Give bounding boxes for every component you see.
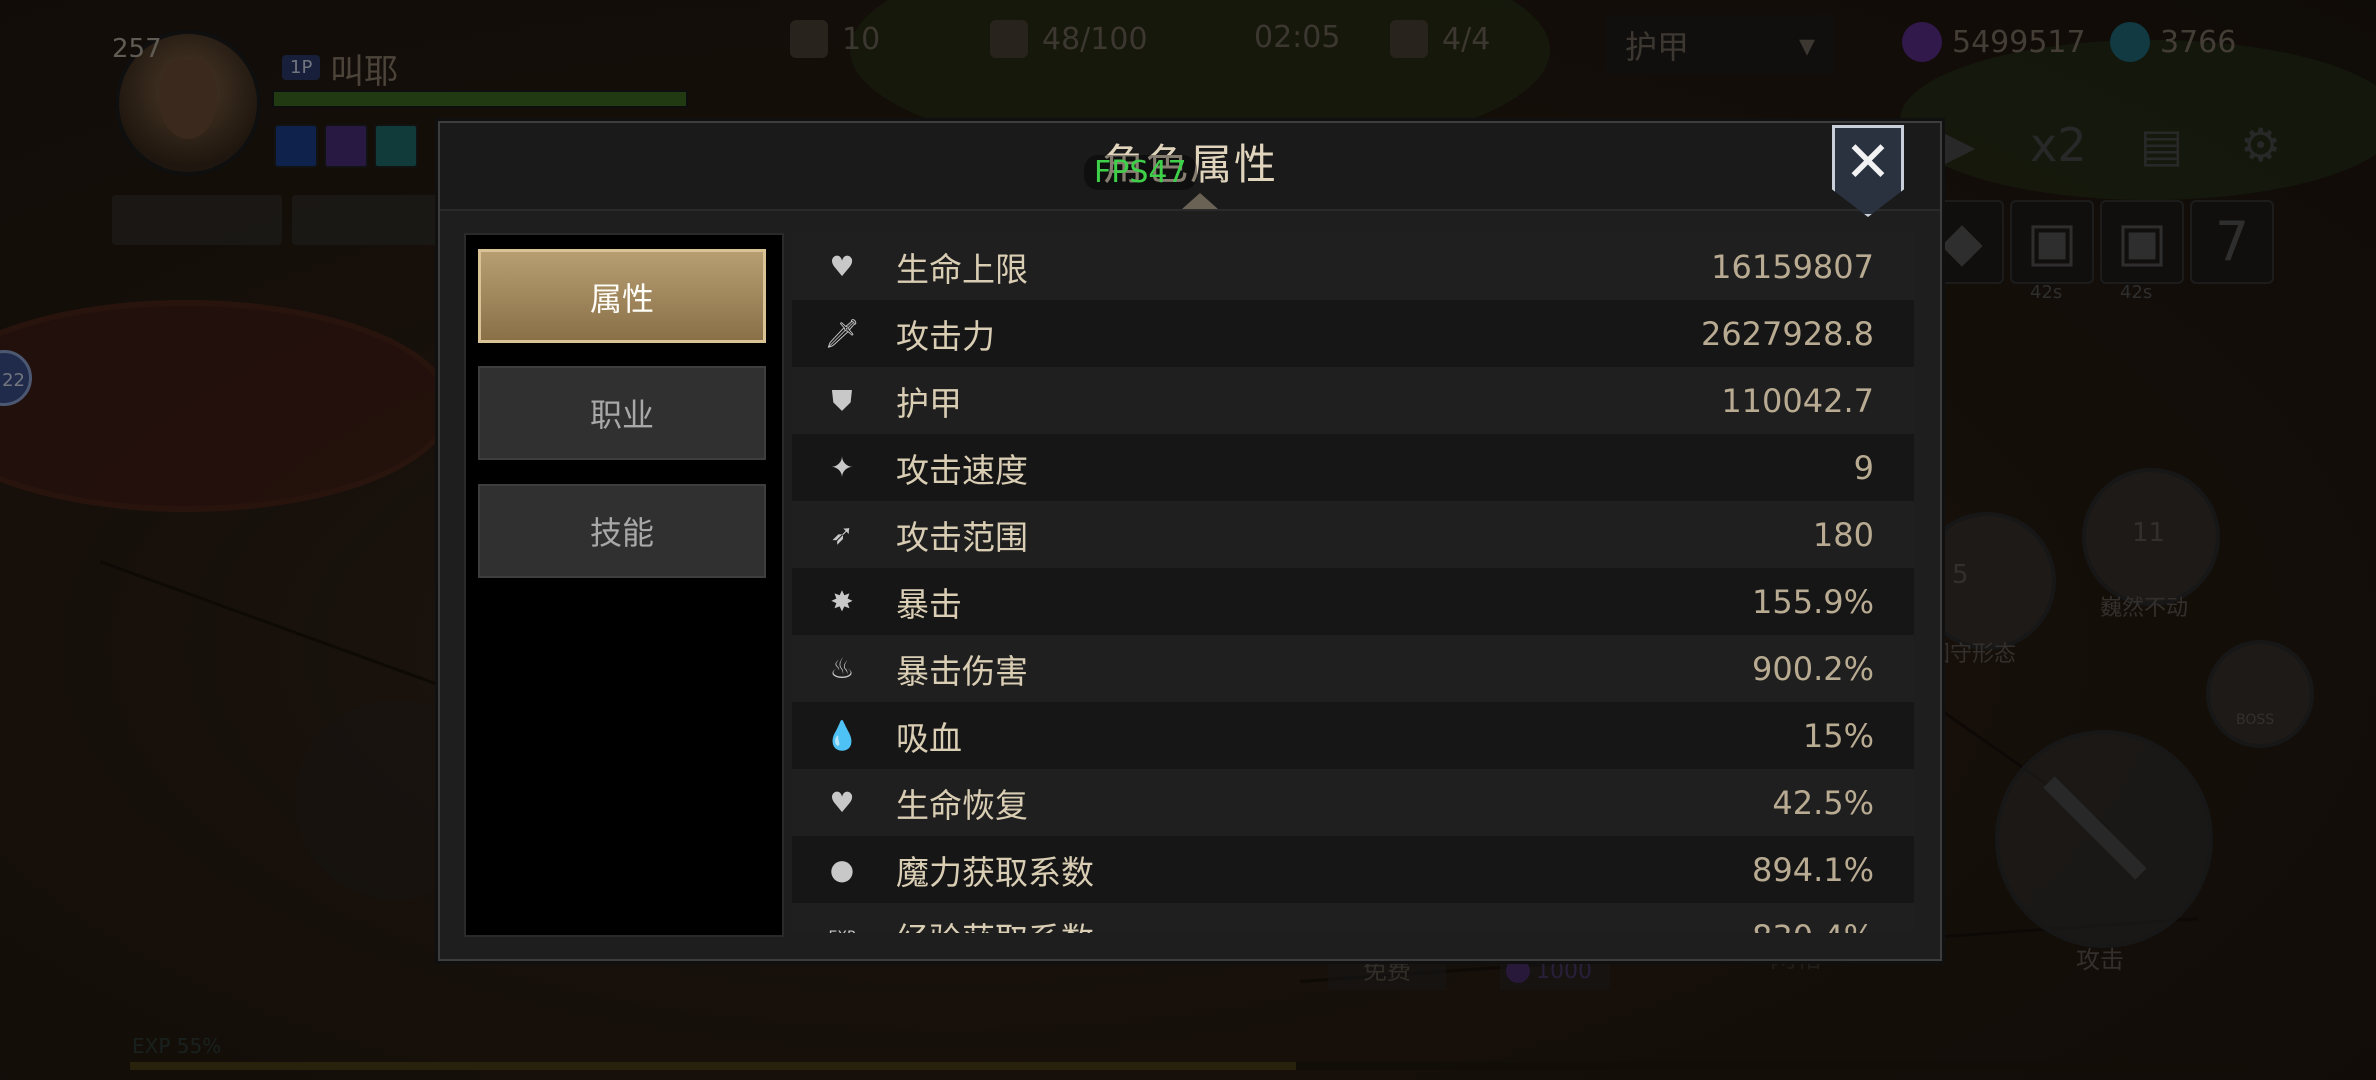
flame-icon: ♨ bbox=[829, 652, 855, 685]
stat-label: 经验获取系数 bbox=[896, 913, 1752, 934]
stat-row: 💧 吸血 15% bbox=[792, 702, 1914, 769]
stat-row: ⛊ 护甲 110042.7 bbox=[792, 367, 1914, 434]
stat-label: 吸血 bbox=[896, 718, 962, 758]
stat-value: 16159807 bbox=[1711, 247, 1874, 286]
tab-class[interactable]: 职业 bbox=[478, 366, 766, 460]
stat-label: 攻击速度 bbox=[896, 450, 1028, 490]
stat-value: 110042.7 bbox=[1721, 381, 1874, 420]
stat-row: ● 魔力获取系数 894.1% bbox=[792, 836, 1914, 903]
shield-icon: ⛊ bbox=[831, 383, 853, 417]
stat-value: 15% bbox=[1802, 716, 1874, 755]
stat-row: 🗡 攻击力 2627928.8 bbox=[792, 300, 1914, 367]
stat-row: ♨ 暴击伤害 900.2% bbox=[792, 635, 1914, 702]
stat-label: 攻击力 bbox=[896, 316, 995, 356]
heart-icon: ♥ bbox=[829, 250, 855, 283]
exp-icon: EXP bbox=[822, 917, 862, 934]
stat-label: 魔力获取系数 bbox=[896, 852, 1094, 892]
stat-value: 830.4% bbox=[1752, 918, 1874, 934]
stat-row: ✦ 攻击速度 9 bbox=[792, 434, 1914, 501]
stat-value: 42.5% bbox=[1772, 783, 1874, 822]
stat-row: ♥ 生命上限 16159807 bbox=[792, 233, 1914, 300]
stat-value: 2627928.8 bbox=[1700, 314, 1874, 353]
stat-label: 护甲 bbox=[896, 383, 962, 423]
stat-label: 生命上限 bbox=[896, 249, 1028, 289]
stat-row: ♥ 生命恢复 42.5% bbox=[792, 769, 1914, 836]
stat-label: 暴击伤害 bbox=[896, 651, 1028, 691]
stat-row: ✸ 暴击 155.9% bbox=[792, 568, 1914, 635]
title-ornament-icon bbox=[1182, 193, 1218, 209]
stat-row: ➶ 攻击范围 180 bbox=[792, 501, 1914, 568]
drop-icon: 💧 bbox=[824, 719, 860, 752]
stat-label: 攻击范围 bbox=[896, 517, 1028, 557]
close-icon: ✕ bbox=[1844, 130, 1892, 195]
tab-attributes[interactable]: 属性 bbox=[478, 249, 766, 343]
bomb-icon: ● bbox=[829, 853, 855, 886]
tab-skills[interactable]: 技能 bbox=[478, 484, 766, 578]
stat-value: 9 bbox=[1853, 448, 1874, 487]
stats-list[interactable]: ♥ 生命上限 16159807 🗡 攻击力 2627928.8 ⛊ 护甲 110042.7 ✦ 攻击… bbox=[792, 233, 1914, 933]
stat-value: 180 bbox=[1812, 515, 1874, 554]
stat-label: 生命恢复 bbox=[896, 785, 1028, 825]
heart-plus-icon: ♥ bbox=[829, 786, 855, 819]
sword-icon: 🗡 bbox=[824, 317, 860, 350]
stat-value: 894.1% bbox=[1751, 850, 1874, 889]
stat-value: 155.9% bbox=[1751, 582, 1874, 621]
stat-value: 900.2% bbox=[1751, 649, 1874, 688]
fps-counter: FPS47 bbox=[1084, 155, 1197, 190]
tab-panel: 属性 职业 技能 bbox=[464, 233, 784, 937]
character-attributes-dialog: 角色属性 FPS47 ✕ 属性 职业 技能 ♥ 生命上限 16159807 🗡 攻击力 2… bbox=[438, 121, 1942, 961]
stat-label: 暴击 bbox=[896, 584, 962, 624]
arrow-icon: ➶ bbox=[830, 518, 854, 551]
crit-icon: ✸ bbox=[830, 585, 854, 618]
stat-row: EXP 经验获取系数830.4% bbox=[792, 903, 1914, 933]
wing-icon: ✦ bbox=[830, 451, 854, 484]
